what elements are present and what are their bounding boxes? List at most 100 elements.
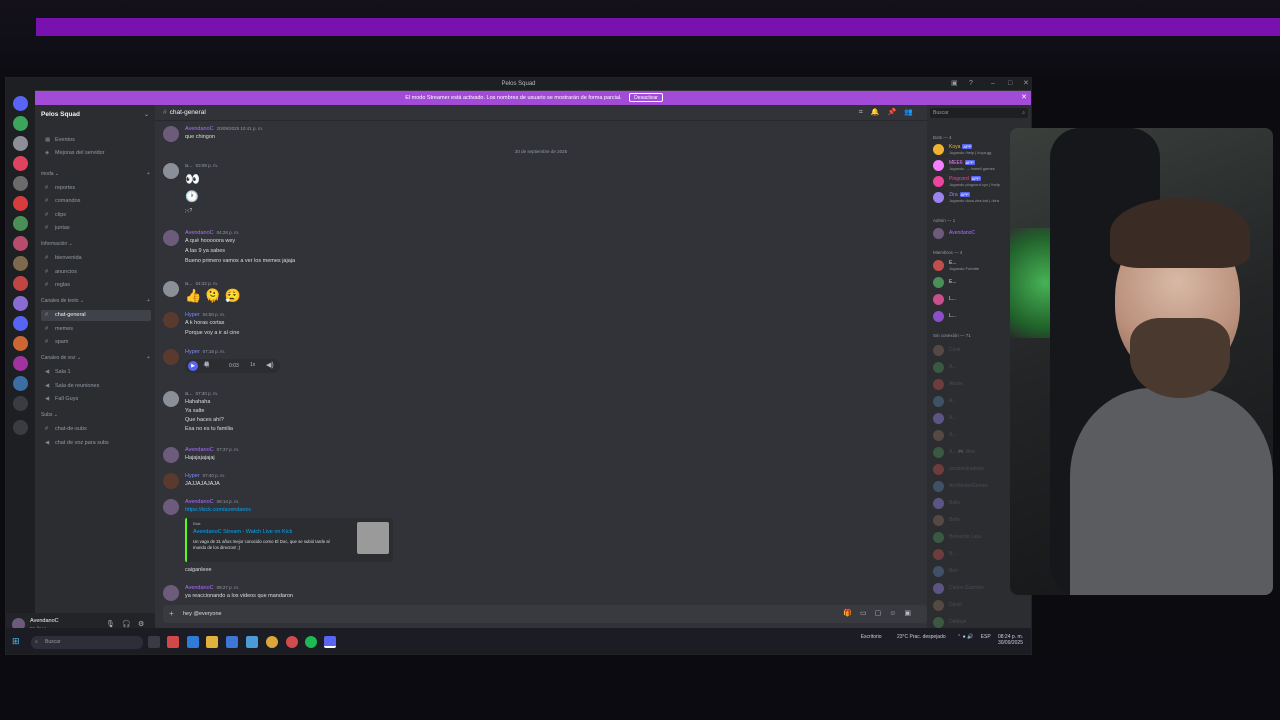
volume-icon[interactable]: ◀) xyxy=(266,361,274,369)
taskbar-search[interactable]: ⌕ Buscar xyxy=(31,636,143,649)
avatar[interactable] xyxy=(163,349,179,365)
play-icon[interactable]: ▶ xyxy=(188,361,198,371)
avatar[interactable] xyxy=(163,312,179,328)
avatar[interactable] xyxy=(163,391,179,407)
weather-label[interactable]: 23°C Prac. despejado xyxy=(897,634,946,640)
author-name[interactable]: Hyper xyxy=(185,349,200,355)
voice-subs[interactable]: ◀ chat de voz para subs xyxy=(41,438,151,449)
channel-reglas[interactable]: # reglas xyxy=(41,280,151,291)
server-icon[interactable] xyxy=(13,296,28,311)
edge-icon[interactable] xyxy=(187,636,199,648)
voice-sala-1[interactable]: ◀ Sala 1 xyxy=(41,367,151,378)
server-icon[interactable] xyxy=(13,316,28,331)
category-voz[interactable]: Canales de voz ⌄ + xyxy=(41,355,150,361)
chrome-icon[interactable] xyxy=(266,636,278,648)
tray-icons[interactable]: ⌃ ● 🔊 xyxy=(957,634,973,640)
author-name[interactable]: Hyper xyxy=(185,473,200,479)
channel-comandos[interactable]: # comandos xyxy=(41,196,151,207)
server-icon[interactable] xyxy=(13,136,28,151)
channel-bienvenida[interactable]: # bienvenida xyxy=(41,253,151,264)
gear-icon[interactable]: ⚙ xyxy=(138,620,144,628)
close-banner-icon[interactable]: ✕ xyxy=(1021,91,1027,105)
add-channel-icon[interactable]: + xyxy=(147,171,150,177)
server-icon[interactable] xyxy=(13,376,28,391)
avatar[interactable] xyxy=(163,499,179,515)
add-attachment-icon[interactable]: + xyxy=(169,605,174,623)
server-icon[interactable] xyxy=(13,236,28,251)
pin-icon[interactable]: 📌 xyxy=(888,109,905,116)
boosts-item[interactable]: ◈ Mejoras del servidor xyxy=(41,148,151,159)
server-icon[interactable] xyxy=(13,356,28,371)
category-texto[interactable]: Canales de texto ⌄ + xyxy=(41,298,150,304)
sticker-icon[interactable]: ▢ xyxy=(875,610,890,617)
channel-chat-general[interactable]: # chat-general xyxy=(41,310,151,321)
bell-icon[interactable]: 🔔 xyxy=(871,109,888,116)
channel-spam[interactable]: # spam xyxy=(41,337,151,348)
server-icon[interactable] xyxy=(13,156,28,171)
author-name[interactable]: Hyper xyxy=(185,312,200,318)
discord-taskbar-icon[interactable] xyxy=(324,636,336,648)
obs-icon[interactable] xyxy=(286,636,298,648)
voice-sala-reuniones[interactable]: ◀ Sala de reuniones xyxy=(41,381,151,392)
avatar[interactable] xyxy=(163,281,179,297)
category-moda[interactable]: moda ⌄ + xyxy=(41,171,150,177)
spotify-icon[interactable] xyxy=(305,636,317,648)
guild-name[interactable]: Pelos Squad xyxy=(41,111,80,118)
add-server-icon[interactable] xyxy=(13,396,28,411)
author-name[interactable]: a... xyxy=(185,163,193,169)
server-icon[interactable] xyxy=(13,276,28,291)
server-icon[interactable] xyxy=(13,216,28,231)
task-view-icon[interactable] xyxy=(148,636,160,648)
author-name[interactable]: AvendanoC xyxy=(185,585,214,591)
message-link[interactable]: https://kick.com/avendanoc xyxy=(185,507,251,513)
desktop-label[interactable]: Escritorio xyxy=(861,634,882,640)
disable-streamer-mode-button[interactable]: Desactivar xyxy=(629,93,663,103)
minimize-icon[interactable]: – xyxy=(991,78,995,90)
message-input[interactable]: + hey @everyone 🎁▭▢☺▣ xyxy=(163,605,927,623)
category-subs[interactable]: Subs ⌄ xyxy=(41,412,58,418)
chevron-down-icon[interactable]: ⌄ xyxy=(144,111,149,118)
embed-title[interactable]: AvendanoC Stream - Watch Live on Kick xyxy=(193,529,292,535)
server-icon[interactable] xyxy=(13,176,28,191)
file-explorer-icon[interactable] xyxy=(206,636,218,648)
gif-icon[interactable]: ▭ xyxy=(860,610,875,617)
playback-speed-icon[interactable]: 1x xyxy=(250,362,255,368)
avatar[interactable] xyxy=(163,447,179,463)
maximize-icon[interactable]: □ xyxy=(1008,78,1012,90)
channel-clips[interactable]: # clips xyxy=(41,210,151,221)
server-icon[interactable] xyxy=(13,196,28,211)
add-channel-icon[interactable]: + xyxy=(147,298,150,304)
add-channel-icon[interactable]: + xyxy=(147,355,150,361)
headphones-icon[interactable]: 🎧 xyxy=(122,620,131,628)
windows-start-icon[interactable]: ⊞ xyxy=(12,636,20,647)
events-item[interactable]: ▦ Eventos xyxy=(41,135,151,146)
emoji-icon[interactable]: ☺ xyxy=(889,610,904,617)
server-icon[interactable] xyxy=(13,336,28,351)
channel-juntas[interactable]: # juntas xyxy=(41,223,151,234)
avatar[interactable] xyxy=(163,126,179,142)
avatar[interactable] xyxy=(163,585,179,601)
members-icon[interactable]: 👥 xyxy=(904,109,921,116)
app-icon[interactable] xyxy=(246,636,258,648)
avatar[interactable] xyxy=(163,163,179,179)
author-name[interactable]: AvendanoC xyxy=(185,499,214,505)
apps-icon[interactable]: ▣ xyxy=(904,610,919,617)
author-name[interactable]: AvendanoC xyxy=(185,230,214,236)
close-window-icon[interactable]: ✕ xyxy=(1023,78,1029,90)
discover-icon[interactable] xyxy=(13,420,28,435)
channel-memes[interactable]: # memes xyxy=(41,324,151,335)
help-icon[interactable]: ? xyxy=(969,78,973,90)
author-name[interactable]: AvendanoC xyxy=(185,126,214,132)
author-name[interactable]: AvendanoC xyxy=(185,447,214,453)
author-name[interactable]: a... xyxy=(185,391,193,397)
search-input[interactable]: Buscar ⌕ xyxy=(930,108,1028,118)
clock[interactable]: 08:24 p. m. 30/09/2025 xyxy=(998,634,1023,646)
gift-icon[interactable]: 🎁 xyxy=(843,610,860,617)
home-server-icon[interactable] xyxy=(13,96,28,111)
channel-chat-de-subs[interactable]: # chat-de-subs xyxy=(41,424,151,435)
inbox-icon[interactable]: ▣ xyxy=(951,78,958,90)
message-input-value[interactable]: hey @everyone xyxy=(183,611,222,617)
author-name[interactable]: a... xyxy=(185,281,193,287)
threads-icon[interactable]: ⌗ xyxy=(859,109,871,116)
server-icon[interactable] xyxy=(13,116,28,131)
